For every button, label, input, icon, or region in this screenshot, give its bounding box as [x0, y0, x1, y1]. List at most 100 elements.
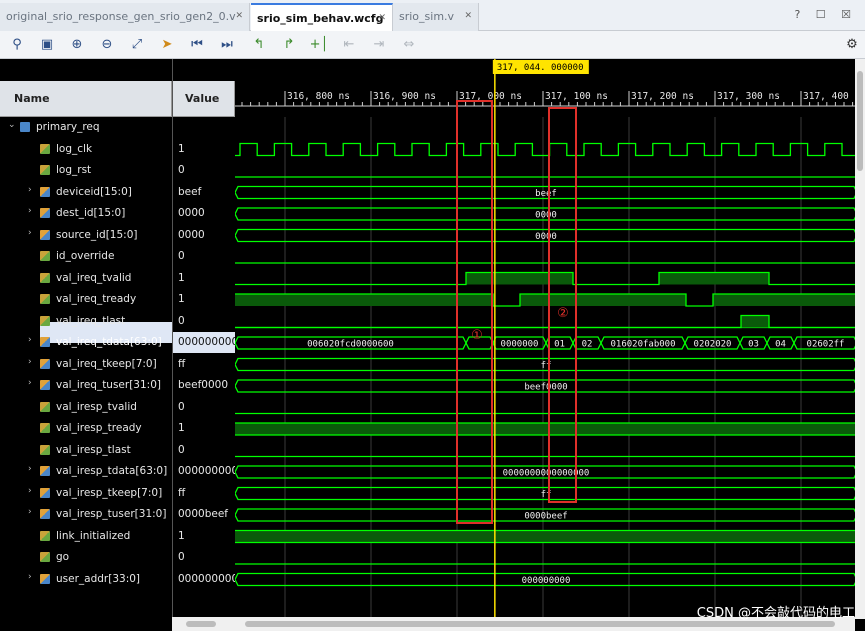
chevron-down-icon[interactable]: ⌄: [8, 120, 16, 130]
chevron-right-icon[interactable]: ›: [28, 185, 32, 195]
signal-name: dest_id[15:0]: [56, 207, 126, 219]
signal-row[interactable]: › user_addr[33:0]: [0, 569, 172, 590]
signal-row[interactable]: link_initialized: [0, 526, 172, 547]
window-controls[interactable]: ? ☐ ☒: [794, 8, 857, 21]
annotation-label-1: ①: [471, 328, 483, 343]
next-transition-icon[interactable]: ↱: [279, 35, 299, 55]
time-tick-label: 316, 900 ns: [373, 91, 436, 102]
zoom-out-icon[interactable]: ⊖: [97, 35, 117, 55]
signal-row[interactable]: val_iresp_tready: [0, 418, 172, 439]
chevron-right-icon[interactable]: ›: [28, 507, 32, 517]
signal-value: ff: [178, 486, 186, 499]
signal-name-panel: Name ⌄ primary_req log_clk log_rst › deviceid…: [0, 59, 172, 631]
time-tick-label: 317, 200 ns: [631, 91, 694, 102]
chevron-right-icon[interactable]: ›: [28, 378, 32, 388]
time-tick-label: 316, 800 ns: [287, 91, 350, 102]
zoom-in-icon[interactable]: ⊕: [67, 35, 87, 55]
chevron-right-icon[interactable]: ›: [28, 228, 32, 238]
next-marker-icon[interactable]: ⇥: [369, 35, 389, 55]
scrollbar-thumb[interactable]: [245, 621, 835, 627]
waveform-window: original_srio_response_gen_srio_gen2_0.v…: [0, 0, 865, 631]
signal-row[interactable]: › val_ireq_tuser[31:0]: [0, 375, 172, 396]
search-icon[interactable]: ⚲: [7, 35, 27, 55]
scrollbar-thumb[interactable]: [186, 621, 216, 627]
save-icon[interactable]: ▣: [37, 35, 57, 55]
value-horizontal-scrollbar[interactable]: [172, 617, 235, 631]
signal-row[interactable]: › source_id[15:0]: [0, 225, 172, 246]
signal-row[interactable]: val_ireq_tlast: [0, 311, 172, 332]
signal-value: 1: [178, 293, 185, 305]
chevron-right-icon[interactable]: ›: [28, 486, 32, 496]
chevron-right-icon[interactable]: ›: [28, 357, 32, 367]
signal-row[interactable]: › deviceid[15:0]: [0, 182, 172, 203]
tab-original-srio-response-gen[interactable]: original_srio_response_gen_srio_gen2_0.v…: [0, 3, 250, 31]
bit-signal-icon: [40, 165, 50, 175]
bit-high-fill: [520, 294, 686, 306]
signal-row[interactable]: › val_ireq_tdata[63:0]: [0, 332, 172, 353]
chevron-right-icon[interactable]: ›: [28, 572, 32, 582]
add-marker-icon[interactable]: +│: [309, 35, 329, 55]
signal-name: val_iresp_tlast: [56, 443, 131, 456]
signal-value: 000000000: [178, 572, 236, 585]
bus-value-label: 0000: [535, 232, 557, 242]
name-column-header[interactable]: Name: [0, 81, 172, 117]
signal-row[interactable]: log_clk: [0, 139, 172, 160]
signal-row[interactable]: › val_iresp_tkeep[7:0]: [0, 483, 172, 504]
bus-value-label: beef0000: [524, 383, 567, 393]
bus-value-label: 02602ff: [807, 340, 845, 350]
goto-start-icon[interactable]: ⏮: [187, 35, 207, 55]
signal-name: val_iresp_tready: [56, 422, 142, 434]
signal-name: source_id[15:0]: [56, 228, 138, 241]
signal-row[interactable]: ⌄ primary_req: [0, 117, 172, 138]
bus-value-label: 0000: [535, 211, 557, 221]
signal-value: 1: [178, 271, 185, 284]
prev-transition-icon[interactable]: ↰: [249, 35, 269, 55]
bit-high-fill: [713, 294, 855, 306]
bus-signal-icon: [40, 229, 50, 240]
signal-name: link_initialized: [56, 529, 131, 542]
signal-row[interactable]: id_override: [0, 246, 172, 267]
goto-cursor-icon[interactable]: ➤: [157, 35, 177, 55]
bit-signal-icon: [40, 552, 50, 562]
bus-value-label: 0000beef: [524, 512, 567, 522]
chevron-right-icon[interactable]: ›: [28, 206, 32, 216]
toolbar: ⚲ ▣ ⊕ ⊖ ⤢ ➤ ⏮ ⏭ ↰ ↱ +│ ⇤ ⇥ ⇔ ⚙: [0, 31, 865, 59]
close-icon[interactable]: ✕: [235, 11, 243, 21]
signal-row[interactable]: › val_ireq_tkeep[7:0]: [0, 354, 172, 375]
signal-row[interactable]: val_iresp_tvalid: [0, 397, 172, 418]
close-icon[interactable]: ✕: [378, 13, 386, 23]
signal-row[interactable]: › val_iresp_tdata[63:0]: [0, 461, 172, 482]
close-icon[interactable]: ✕: [464, 11, 472, 21]
bit-high-fill: [741, 315, 769, 328]
signal-row[interactable]: go: [0, 547, 172, 568]
vertical-scrollbar[interactable]: [855, 59, 865, 619]
tab-srio-sim-v[interactable]: srio_sim.v ✕: [393, 3, 479, 31]
tab-label: srio_sim.v: [399, 10, 455, 23]
signal-value: 0: [178, 250, 185, 262]
goto-end-icon[interactable]: ⏭: [217, 35, 237, 55]
chevron-right-icon[interactable]: ›: [28, 335, 32, 345]
signal-row[interactable]: › dest_id[15:0]: [0, 203, 172, 224]
signal-row[interactable]: val_iresp_tlast: [0, 440, 172, 461]
signal-row[interactable]: val_ireq_tvalid: [0, 268, 172, 289]
vertical-scrollbar-thumb[interactable]: [857, 71, 863, 171]
value-column-header[interactable]: Value: [173, 81, 235, 117]
bit-high-fill: [235, 423, 855, 435]
cursor-label: 317, 044. 000000 ns: [497, 63, 600, 73]
chevron-right-icon[interactable]: ›: [28, 464, 32, 474]
zoom-fit-icon[interactable]: ⤢: [127, 35, 147, 55]
prev-marker-icon[interactable]: ⇤: [339, 35, 359, 55]
signal-row[interactable]: log_rst: [0, 160, 172, 181]
bit-high-fill: [659, 272, 769, 285]
tab-srio-sim-behav-wcfg[interactable]: srio_sim_behav.wcfg ✕: [251, 3, 393, 31]
bus-value-label: 006020fcd0000600: [307, 340, 394, 350]
bus-value-label: 0202020: [694, 340, 732, 350]
bit-high-fill: [466, 272, 573, 285]
swap-cursors-icon[interactable]: ⇔: [399, 35, 419, 55]
annotation-label-2: ②: [557, 306, 569, 321]
gear-icon[interactable]: ⚙: [842, 35, 862, 55]
signal-value: 1: [178, 529, 185, 542]
signal-row[interactable]: val_ireq_tready: [0, 289, 172, 310]
signal-row[interactable]: › val_iresp_tuser[31:0]: [0, 504, 172, 525]
waveform-area[interactable]: 316, 800 ns 316, 900 ns 317, 000 ns 317, 10…: [235, 59, 855, 619]
